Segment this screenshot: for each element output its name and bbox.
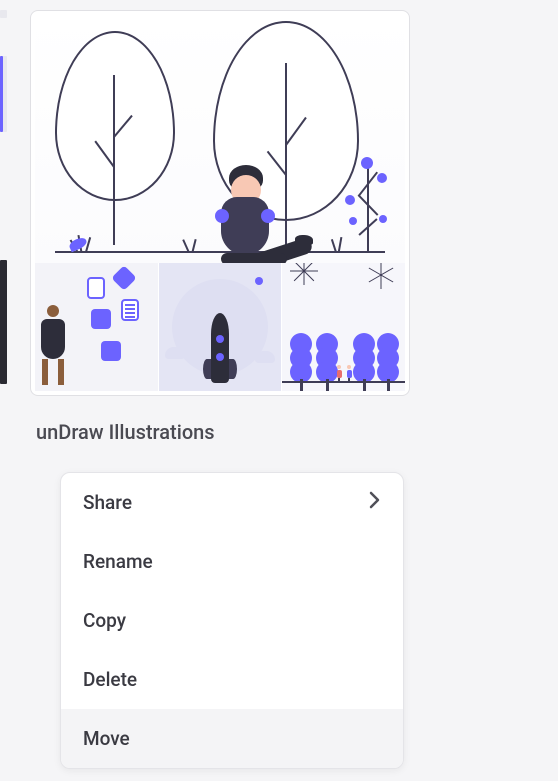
menu-item-move[interactable]: Move <box>61 709 403 768</box>
menu-item-label: Delete <box>83 668 137 691</box>
illustration-thumb-1 <box>35 263 158 391</box>
menu-item-label: Share <box>83 491 132 514</box>
menu-item-label: Move <box>83 727 130 750</box>
menu-item-copy[interactable]: Copy <box>61 591 403 650</box>
asset-thumbnail[interactable] <box>30 10 410 396</box>
menu-item-share[interactable]: Share <box>61 473 403 532</box>
chevron-right-icon <box>369 491 381 514</box>
menu-item-delete[interactable]: Delete <box>61 650 403 709</box>
context-menu: Share Rename Copy Delete Move <box>60 472 404 769</box>
illustration-thumb-3 <box>281 263 405 391</box>
illustration-thumb-2 <box>158 263 282 391</box>
illustration-preview-main <box>35 15 405 263</box>
left-edge-preview <box>0 0 10 380</box>
asset-title: unDraw Illustrations <box>36 420 558 444</box>
menu-item-rename[interactable]: Rename <box>61 532 403 591</box>
menu-item-label: Copy <box>83 609 126 632</box>
menu-item-label: Rename <box>83 550 153 573</box>
